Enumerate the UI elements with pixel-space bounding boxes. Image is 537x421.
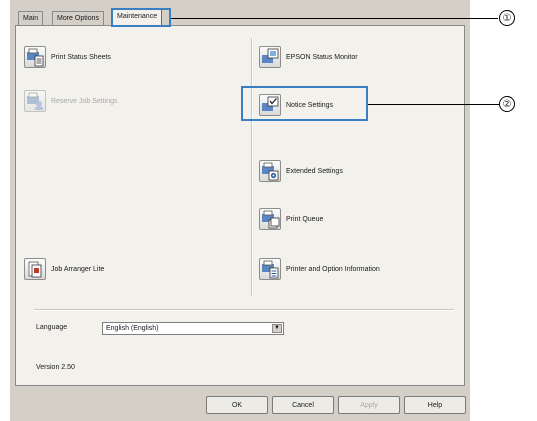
printer-sheet-icon	[24, 46, 46, 68]
reserve-job-settings-button: Reserve Job Settings	[24, 88, 118, 114]
maintenance-panel: Print Status Sheets Reserve Job Settings…	[15, 25, 465, 386]
printer-and-option-information-button[interactable]: Printer and Option Information	[259, 256, 380, 282]
callout-2-number: ②	[502, 99, 512, 110]
tab-main[interactable]: Main	[18, 11, 44, 25]
callout-1-number: ①	[502, 13, 512, 24]
callout-line-1	[171, 18, 498, 19]
horizontal-divider	[34, 309, 454, 311]
vertical-divider	[251, 38, 253, 296]
apply-button-label: Apply	[360, 402, 378, 409]
printer-user-icon	[24, 90, 46, 112]
print-status-sheets-button[interactable]: Print Status Sheets	[24, 44, 111, 70]
callout-1: ①	[499, 10, 515, 26]
print-status-sheets-label: Print Status Sheets	[51, 53, 111, 61]
job-arranger-lite-label: Job Arranger Lite	[51, 265, 105, 273]
ok-button-label: OK	[231, 402, 243, 409]
printer-info-icon	[259, 258, 281, 280]
gear-printer-icon	[259, 160, 281, 182]
status-monitor-icon	[259, 46, 281, 68]
callout-line-2	[368, 104, 499, 105]
version-text: Version 2.50	[36, 364, 75, 371]
help-button-label: Help	[427, 402, 443, 409]
job-arranger-icon	[24, 258, 46, 280]
language-label: Language	[36, 324, 68, 331]
apply-button: Apply	[338, 396, 400, 414]
language-select-value: English (English)	[106, 325, 159, 332]
tab-more-options-label: More Options	[57, 15, 100, 22]
job-arranger-lite-button[interactable]: Job Arranger Lite	[24, 256, 104, 282]
epson-status-monitor-label: EPSON Status Monitor	[286, 53, 358, 61]
notice-settings-highlight	[241, 86, 368, 121]
cancel-button[interactable]: Cancel	[272, 396, 334, 414]
extended-settings-label: Extended Settings	[286, 167, 343, 175]
print-queue-icon	[259, 208, 281, 230]
language-select[interactable]: English (English) ▼	[102, 322, 284, 335]
tab-more-options[interactable]: More Options	[52, 11, 105, 25]
printer-and-option-information-label: Printer and Option Information	[286, 265, 380, 273]
print-queue-label: Print Queue	[286, 215, 324, 223]
callout-2: ②	[499, 96, 515, 112]
tab-main-label: Main	[23, 15, 39, 22]
print-queue-button[interactable]: Print Queue	[259, 206, 323, 232]
epson-status-monitor-button[interactable]: EPSON Status Monitor	[259, 44, 358, 70]
maintenance-tab-highlight	[111, 8, 171, 27]
help-button[interactable]: Help	[404, 396, 466, 414]
chevron-down-icon[interactable]: ▼	[272, 324, 282, 333]
ok-button[interactable]: OK	[206, 396, 268, 414]
reserve-job-settings-label: Reserve Job Settings	[51, 97, 118, 105]
extended-settings-button[interactable]: Extended Settings	[259, 158, 343, 184]
cancel-button-label: Cancel	[292, 402, 314, 409]
